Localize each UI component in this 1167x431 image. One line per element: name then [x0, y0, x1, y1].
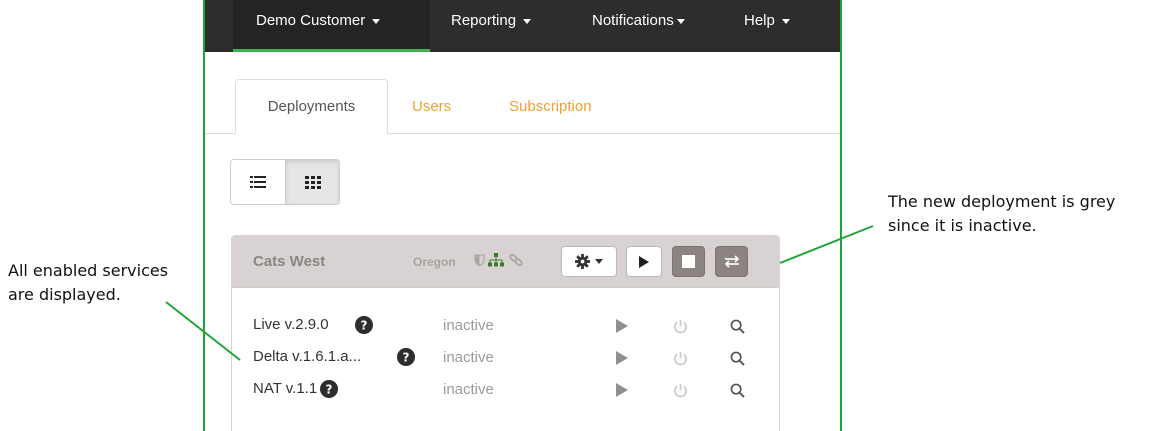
annotation-services-line2: are displayed. [8, 285, 121, 304]
tab-subscription-label: Subscription [509, 98, 592, 115]
power-icon [673, 351, 687, 365]
app-window: Demo Customer Reporting Notifications He… [203, 0, 842, 431]
chevron-down-icon [676, 19, 685, 24]
gear-icon [575, 254, 590, 269]
annotation-services: All enabled services are displayed. [8, 259, 168, 307]
settings-dropdown-button[interactable] [561, 246, 617, 277]
nav-notifications-label: Notifications [592, 12, 674, 29]
swap-icon [724, 255, 739, 268]
list-view-button[interactable] [231, 160, 285, 204]
tab-subscription[interactable]: Subscription [509, 79, 592, 134]
service-name: Live v.2.9.0 [253, 316, 329, 333]
shield-icon [470, 250, 488, 270]
play-icon [616, 319, 628, 333]
annotation-inactive-line2: since it is inactive. [888, 216, 1037, 235]
sitemap-icon [487, 250, 505, 270]
service-name: Delta v.1.6.1.a... [253, 348, 362, 365]
nav-reporting[interactable]: Reporting [451, 0, 532, 52]
chevron-down-icon [595, 259, 603, 264]
list-view-icon [250, 176, 266, 188]
svg-text:?: ? [326, 383, 333, 397]
service-row: Live v.2.9.0 ? inactive [232, 314, 779, 338]
power-icon [673, 319, 687, 333]
search-icon [730, 319, 745, 334]
chevron-down-icon [781, 19, 790, 24]
play-icon [616, 351, 628, 365]
play-icon [639, 255, 649, 268]
inspect-service-button[interactable] [727, 316, 747, 336]
service-status: inactive [443, 317, 494, 334]
help-icon[interactable]: ? [320, 380, 338, 398]
nav-notifications[interactable]: Notifications [592, 0, 685, 52]
tab-users[interactable]: Users [412, 79, 451, 134]
power-button[interactable] [670, 380, 690, 400]
deployment-region: Oregon [413, 255, 456, 269]
service-name: NAT v.1.1 [253, 380, 318, 397]
service-status: inactive [443, 349, 494, 366]
tab-deployments[interactable]: Deployments [235, 79, 388, 134]
svg-text:?: ? [403, 351, 410, 365]
deployment-name: Cats West [253, 253, 326, 270]
start-deployment-button[interactable] [626, 246, 662, 277]
stop-deployment-button[interactable] [672, 246, 705, 277]
grid-view-button[interactable] [285, 160, 339, 204]
start-service-button[interactable] [612, 316, 632, 336]
view-toggle [230, 159, 340, 205]
tab-deployments-label: Deployments [267, 98, 356, 115]
deployment-header: Cats West Oregon [232, 236, 779, 288]
chevron-down-icon [372, 19, 381, 24]
nav-help-label: Help [744, 12, 775, 29]
inspect-service-button[interactable] [727, 380, 747, 400]
swap-deployment-button[interactable] [715, 246, 748, 277]
play-icon [616, 383, 628, 397]
power-icon [673, 383, 687, 397]
power-button[interactable] [670, 348, 690, 368]
service-row: NAT v.1.1 ? inactive [232, 378, 779, 402]
svg-text:?: ? [361, 319, 368, 333]
nav-reporting-label: Reporting [451, 12, 517, 29]
service-row: Delta v.1.6.1.a... ? inactive [232, 346, 779, 370]
top-navbar: Demo Customer Reporting Notifications He… [205, 0, 840, 52]
tab-users-label: Users [412, 98, 452, 115]
stop-icon [682, 255, 695, 268]
start-service-button[interactable] [612, 348, 632, 368]
link-icon [507, 250, 525, 270]
power-button[interactable] [670, 316, 690, 336]
service-status: inactive [443, 381, 494, 398]
nav-demo-customer[interactable]: Demo Customer [233, 0, 430, 52]
nav-help[interactable]: Help [744, 0, 790, 52]
annotation-inactive-deployment: The new deployment is grey since it is i… [888, 190, 1115, 238]
annotation-inactive-line1: The new deployment is grey [888, 192, 1116, 211]
deployment-card: Cats West Oregon Live v.2.9.0 ? inactive… [231, 235, 780, 431]
help-icon[interactable]: ? [397, 348, 415, 366]
chevron-down-icon [523, 19, 532, 24]
inspect-service-button[interactable] [727, 348, 747, 368]
grid-view-icon [304, 175, 321, 189]
help-icon[interactable]: ? [355, 316, 373, 334]
search-icon [730, 383, 745, 398]
start-service-button[interactable] [612, 380, 632, 400]
search-icon [730, 351, 745, 366]
nav-demo-customer-label: Demo Customer [256, 12, 366, 29]
annotation-services-line1: All enabled services [8, 261, 169, 280]
